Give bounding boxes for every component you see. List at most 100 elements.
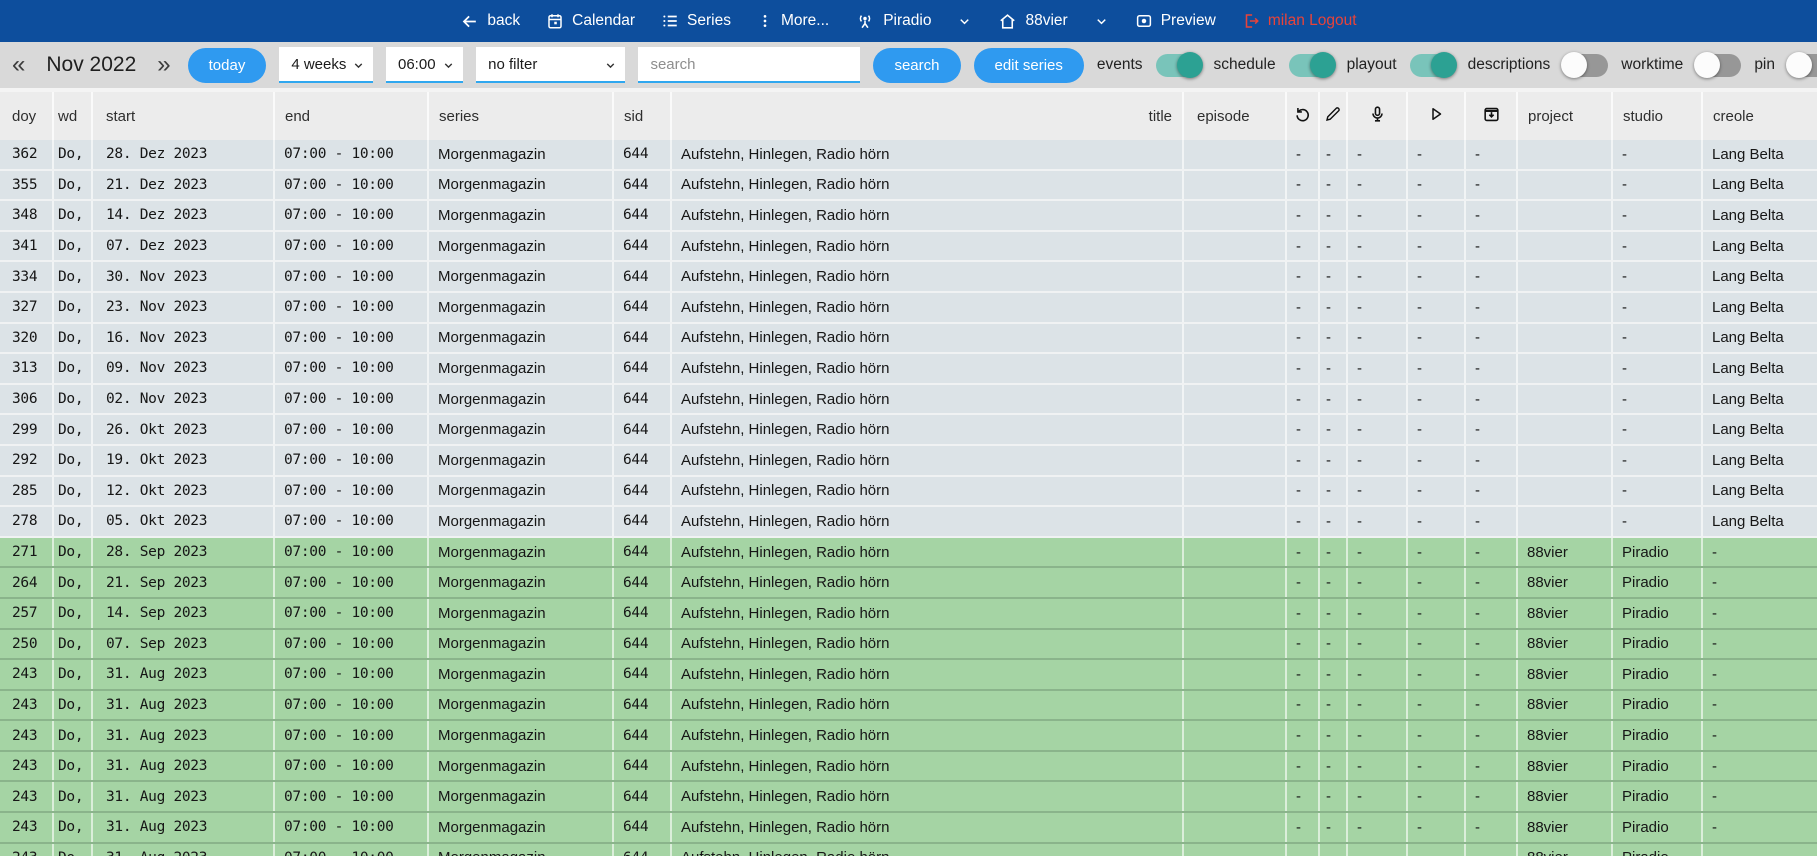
toggle-schedule[interactable] xyxy=(1289,54,1334,77)
cell-creole: Lang Belta xyxy=(1703,507,1817,536)
cell-episode xyxy=(1184,691,1287,720)
table-row[interactable]: 243 Do, 31. Aug 2023 07:00 - 10:00 Morge… xyxy=(0,660,1817,691)
column-header-edit[interactable] xyxy=(1320,92,1348,140)
cell-record: - xyxy=(1348,385,1408,414)
logout-button[interactable]: milan Logout xyxy=(1242,12,1357,30)
column-header-studio[interactable]: studio xyxy=(1613,92,1703,140)
edit-series-button[interactable]: edit series xyxy=(974,48,1084,83)
table-row[interactable]: 348 Do, 14. Dez 2023 07:00 - 10:00 Morge… xyxy=(0,201,1817,232)
table-row[interactable]: 278 Do, 05. Okt 2023 07:00 - 10:00 Morge… xyxy=(0,507,1817,538)
cell-undo: - xyxy=(1287,691,1320,720)
table-row[interactable]: 243 Do, 31. Aug 2023 07:00 - 10:00 Morge… xyxy=(0,691,1817,722)
table-row[interactable]: 243 Do, 31. Aug 2023 07:00 - 10:00 Morge… xyxy=(0,813,1817,844)
cell-creole: Lang Belta xyxy=(1703,293,1817,322)
cell-doy: 306 xyxy=(0,385,54,414)
table-row[interactable]: 243 Do, 31. Aug 2023 07:00 - 10:00 Morge… xyxy=(0,782,1817,813)
today-button[interactable]: today xyxy=(188,48,267,83)
cell-creole: Lang Belta xyxy=(1703,171,1817,200)
column-header-creole[interactable]: creole xyxy=(1703,92,1817,140)
station-dropdown-chevron[interactable] xyxy=(957,14,972,29)
table-row[interactable]: 355 Do, 21. Dez 2023 07:00 - 10:00 Morge… xyxy=(0,171,1817,202)
range-select[interactable]: 4 weeks xyxy=(279,47,373,83)
cell-title: Aufstehn, Hinlegen, Radio hörn xyxy=(672,752,1184,781)
cell-title: Aufstehn, Hinlegen, Radio hörn xyxy=(672,691,1184,720)
cell-edit: - xyxy=(1320,599,1348,628)
toggle-pin[interactable] xyxy=(1788,54,1817,77)
table-row[interactable]: 257 Do, 14. Sep 2023 07:00 - 10:00 Morge… xyxy=(0,599,1817,630)
table-row[interactable]: 320 Do, 16. Nov 2023 07:00 - 10:00 Morge… xyxy=(0,324,1817,355)
table-row[interactable]: 271 Do, 28. Sep 2023 07:00 - 10:00 Morge… xyxy=(0,538,1817,569)
table-row[interactable]: 243 Do, 31. Aug 2023 07:00 - 10:00 Morge… xyxy=(0,752,1817,783)
cell-wd: Do, xyxy=(54,385,93,414)
column-header-project[interactable]: project xyxy=(1518,92,1613,140)
cell-start: 07. Sep 2023 xyxy=(93,630,275,659)
table-row[interactable]: 306 Do, 02. Nov 2023 07:00 - 10:00 Morge… xyxy=(0,385,1817,416)
next-period-button[interactable]: » xyxy=(153,53,174,77)
column-header-doy[interactable]: doy xyxy=(0,92,54,140)
cell-play: - xyxy=(1408,354,1466,383)
cell-end: 07:00 - 10:00 xyxy=(275,201,429,230)
search-button[interactable]: search xyxy=(873,48,960,83)
column-header-episode[interactable]: episode xyxy=(1184,92,1287,140)
table-row[interactable]: 243 Do, 31. Aug 2023 07:00 - 10:00 Morge… xyxy=(0,721,1817,752)
station-button[interactable]: Piradio xyxy=(855,11,931,31)
toggle-group-descriptions: descriptions xyxy=(1468,54,1609,77)
table-row[interactable]: 362 Do, 28. Dez 2023 07:00 - 10:00 Morge… xyxy=(0,140,1817,171)
toggle-events[interactable] xyxy=(1156,54,1201,77)
series-nav-button[interactable]: Series xyxy=(661,12,731,30)
table-row[interactable]: 285 Do, 12. Okt 2023 07:00 - 10:00 Morge… xyxy=(0,477,1817,508)
calendar-nav-button[interactable]: Calendar xyxy=(546,12,635,30)
cell-episode xyxy=(1184,262,1287,291)
cell-import: - xyxy=(1466,446,1518,475)
site-button[interactable]: 88vier xyxy=(998,12,1067,31)
back-button[interactable]: back xyxy=(460,12,520,31)
column-header-start[interactable]: start xyxy=(93,92,275,140)
schedule-table: doy wd start end series sid title episod… xyxy=(0,88,1817,856)
filter-select[interactable]: no filter xyxy=(476,47,625,83)
cell-series: Morgenmagazin xyxy=(429,354,614,383)
toggle-worktime[interactable] xyxy=(1696,54,1741,77)
column-header-end[interactable]: end xyxy=(275,92,429,140)
cell-creole: Lang Belta xyxy=(1703,415,1817,444)
cell-record: - xyxy=(1348,568,1408,597)
toggle-playout[interactable] xyxy=(1410,54,1455,77)
table-row[interactable]: 327 Do, 23. Nov 2023 07:00 - 10:00 Morge… xyxy=(0,293,1817,324)
column-header-play[interactable] xyxy=(1408,92,1466,140)
column-header-series[interactable]: series xyxy=(429,92,614,140)
site-label: 88vier xyxy=(1025,12,1067,30)
cell-sid: 644 xyxy=(614,568,672,597)
cell-sid: 644 xyxy=(614,446,672,475)
column-header-undo[interactable] xyxy=(1287,92,1320,140)
site-dropdown-chevron[interactable] xyxy=(1094,14,1109,29)
table-row[interactable]: 313 Do, 09. Nov 2023 07:00 - 10:00 Morge… xyxy=(0,354,1817,385)
prev-period-button[interactable]: « xyxy=(8,53,29,77)
table-row[interactable]: 334 Do, 30. Nov 2023 07:00 - 10:00 Morge… xyxy=(0,262,1817,293)
table-row[interactable]: 299 Do, 26. Okt 2023 07:00 - 10:00 Morge… xyxy=(0,415,1817,446)
column-header-import[interactable] xyxy=(1466,92,1518,140)
table-row[interactable]: 243 Do, 31. Aug 2023 07:00 - 10:00 Morge… xyxy=(0,844,1817,856)
cell-studio: - xyxy=(1613,446,1703,475)
cell-episode xyxy=(1184,385,1287,414)
column-header-record[interactable] xyxy=(1348,92,1408,140)
cell-start: 30. Nov 2023 xyxy=(93,262,275,291)
column-header-wd[interactable]: wd xyxy=(54,92,93,140)
cell-doy: 355 xyxy=(0,171,54,200)
cell-creole: - xyxy=(1703,630,1817,659)
top-navigation-bar: back Calendar Series More... Piradio 8 xyxy=(0,0,1817,42)
cell-import: - xyxy=(1466,171,1518,200)
table-row[interactable]: 250 Do, 07. Sep 2023 07:00 - 10:00 Morge… xyxy=(0,630,1817,661)
preview-button[interactable]: Preview xyxy=(1135,12,1216,30)
cell-title: Aufstehn, Hinlegen, Radio hörn xyxy=(672,660,1184,689)
cell-title: Aufstehn, Hinlegen, Radio hörn xyxy=(672,568,1184,597)
more-menu-button[interactable]: More... xyxy=(757,12,829,30)
toggle-descriptions[interactable] xyxy=(1563,54,1608,77)
column-header-sid[interactable]: sid xyxy=(614,92,672,140)
column-header-title[interactable]: title xyxy=(672,92,1184,140)
cell-project: 88vier xyxy=(1518,844,1613,856)
search-input[interactable] xyxy=(638,47,860,83)
table-row[interactable]: 341 Do, 07. Dez 2023 07:00 - 10:00 Morge… xyxy=(0,232,1817,263)
time-select[interactable]: 06:00 xyxy=(386,47,463,83)
table-row[interactable]: 292 Do, 19. Okt 2023 07:00 - 10:00 Morge… xyxy=(0,446,1817,477)
table-row[interactable]: 264 Do, 21. Sep 2023 07:00 - 10:00 Morge… xyxy=(0,568,1817,599)
cell-sid: 644 xyxy=(614,232,672,261)
